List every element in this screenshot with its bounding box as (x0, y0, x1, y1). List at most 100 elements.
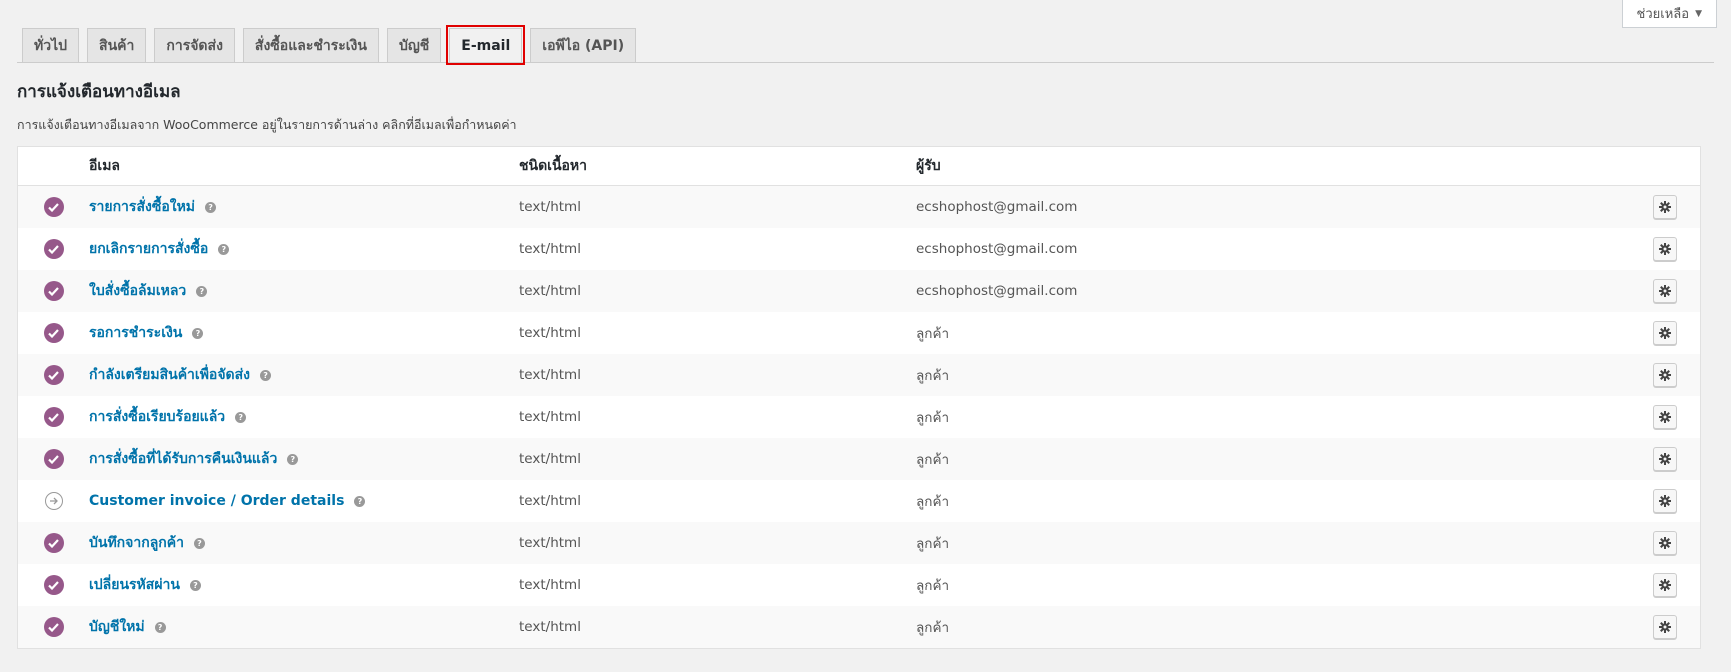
content-type-cell: text/html (519, 535, 581, 551)
email-cell: บันทึกจากลูกค้า? (89, 532, 519, 554)
content-type-cell: text/html (519, 619, 581, 635)
enabled-check-icon (43, 323, 64, 343)
table-row: การสั่งซื้อเรียบร้อยแล้ว? text/html ลูกค้า (18, 396, 1700, 438)
email-link[interactable]: ใบสั่งซื้อล้มเหลว (89, 280, 186, 302)
table-row: รอการชำระเงิน? text/html ลูกค้า (18, 312, 1700, 354)
gear-icon (1659, 243, 1671, 255)
email-link[interactable]: กำลังเตรียมสินค้าเพื่อจัดส่ง (89, 364, 250, 386)
help-tip-icon[interactable]: ? (235, 411, 247, 423)
content-type-cell: text/html (519, 409, 581, 425)
recipient-cell: ลูกค้า (916, 452, 950, 468)
manage-gear-button[interactable] (1653, 363, 1677, 387)
enabled-check-icon (43, 197, 64, 217)
email-cell: ใบสั่งซื้อล้มเหลว? (89, 280, 519, 302)
manage-gear-button[interactable] (1653, 531, 1677, 555)
table-row: บัญชีใหม่? text/html ลูกค้า (18, 606, 1700, 648)
status-cell (18, 281, 89, 301)
content-type-cell: text/html (519, 283, 581, 299)
header-recipient: ผู้รับ (916, 158, 941, 174)
help-tip-icon[interactable]: ? (205, 201, 217, 213)
tab-1[interactable]: สินค้า (87, 28, 147, 62)
action-cell (1630, 615, 1700, 639)
manage-gear-button[interactable] (1653, 237, 1677, 261)
manage-gear-button[interactable] (1653, 447, 1677, 471)
enabled-check-icon (43, 575, 64, 595)
help-tip-icon[interactable]: ? (189, 579, 201, 591)
manage-gear-button[interactable] (1653, 573, 1677, 597)
help-button[interactable]: ช่วยเหลือ ▼ (1621, 0, 1717, 28)
enabled-check-icon (43, 281, 64, 301)
manage-gear-button[interactable] (1653, 279, 1677, 303)
manage-gear-button[interactable] (1653, 615, 1677, 639)
help-tip-icon[interactable]: ? (192, 327, 204, 339)
enabled-check-icon (43, 617, 64, 637)
enabled-check-icon (43, 239, 64, 259)
gear-icon (1659, 369, 1671, 381)
status-cell (18, 449, 89, 469)
email-link[interactable]: บัญชีใหม่ (89, 616, 145, 638)
header-content-type: ชนิดเนื้อหา (519, 158, 588, 174)
help-tip-icon[interactable]: ? (218, 243, 230, 255)
action-cell (1630, 531, 1700, 555)
enabled-check-icon (43, 365, 64, 385)
tab-2[interactable]: การจัดส่ง (154, 28, 235, 62)
gear-icon (1659, 621, 1671, 633)
tab-5[interactable]: E-mail (446, 25, 526, 65)
header-email: อีเมล (89, 158, 121, 174)
manage-gear-button[interactable] (1653, 489, 1677, 513)
recipient-cell: ลูกค้า (916, 494, 950, 510)
tabs-divider (17, 62, 1714, 63)
action-cell (1630, 573, 1700, 597)
email-link[interactable]: การสั่งซื้อเรียบร้อยแล้ว (89, 406, 225, 428)
tab-6[interactable]: เอพีไอ (API) (530, 28, 637, 62)
gear-icon (1659, 495, 1671, 507)
table-row: เปลี่ยนรหัสผ่าน? text/html ลูกค้า (18, 564, 1700, 606)
status-cell (18, 617, 89, 637)
action-cell (1630, 237, 1700, 261)
email-link[interactable]: การสั่งซื้อที่ได้รับการคืนเงินแล้ว (89, 448, 277, 470)
email-link[interactable]: ยกเลิกรายการสั่งซื้อ (89, 238, 208, 260)
status-cell (18, 323, 89, 343)
table-row: ใบสั่งซื้อล้มเหลว? text/html ecshophost@gm… (18, 270, 1700, 312)
tab-4[interactable]: บัญชี (386, 28, 442, 62)
content-type-cell: text/html (519, 493, 581, 509)
email-link[interactable]: รอการชำระเงิน (89, 322, 182, 344)
enabled-check-icon (43, 533, 64, 553)
content-type-cell: text/html (519, 367, 581, 383)
email-link[interactable]: บันทึกจากลูกค้า (89, 532, 184, 554)
status-cell (18, 407, 89, 427)
gear-icon (1659, 285, 1671, 297)
recipient-cell: ลูกค้า (916, 620, 950, 636)
help-tip-icon[interactable]: ? (287, 453, 299, 465)
table-row: กำลังเตรียมสินค้าเพื่อจัดส่ง? text/html ลู… (18, 354, 1700, 396)
email-cell: รายการสั่งซื้อใหม่? (89, 196, 519, 218)
manual-arrow-icon (44, 492, 63, 510)
recipient-cell: ecshophost@gmail.com (916, 241, 1078, 257)
manage-gear-button[interactable] (1653, 195, 1677, 219)
content-type-cell: text/html (519, 325, 581, 341)
table-row: ยกเลิกรายการสั่งซื้อ? text/html ecshophost… (18, 228, 1700, 270)
action-cell (1630, 405, 1700, 429)
content-type-cell: text/html (519, 199, 581, 215)
manage-gear-button[interactable] (1653, 405, 1677, 429)
help-tip-icon[interactable]: ? (260, 369, 272, 381)
status-cell (18, 492, 89, 510)
help-tip-icon[interactable]: ? (354, 495, 366, 507)
content-type-cell: text/html (519, 241, 581, 257)
action-cell (1630, 321, 1700, 345)
table-header: อีเมล ชนิดเนื้อหา ผู้รับ (18, 147, 1700, 186)
email-link[interactable]: Customer invoice / Order details (89, 493, 344, 509)
email-link[interactable]: เปลี่ยนรหัสผ่าน (89, 574, 180, 596)
help-tip-icon[interactable]: ? (196, 285, 208, 297)
gear-icon (1659, 537, 1671, 549)
help-tip-icon[interactable]: ? (194, 537, 205, 549)
email-cell: ยกเลิกรายการสั่งซื้อ? (89, 238, 519, 260)
action-cell (1630, 489, 1700, 513)
tab-0[interactable]: ทั่วไป (22, 28, 80, 62)
manage-gear-button[interactable] (1653, 321, 1677, 345)
email-link[interactable]: รายการสั่งซื้อใหม่ (89, 196, 195, 218)
action-cell (1630, 195, 1700, 219)
tab-3[interactable]: สั่งซื้อและชำระเงิน (242, 28, 379, 62)
help-tip-icon[interactable]: ? (154, 621, 166, 633)
gear-icon (1659, 411, 1671, 423)
